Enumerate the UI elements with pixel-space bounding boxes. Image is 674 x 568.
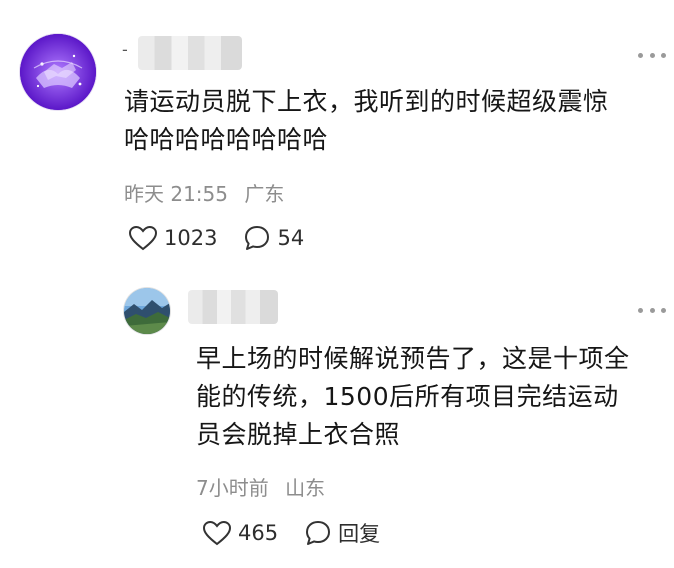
reply-label: 回复 <box>338 522 381 546</box>
comment-avatar[interactable] <box>20 34 96 110</box>
comment-author-prefix: - <box>122 40 128 59</box>
comment-text-line: 请运动员脱下上衣，我听到的时候超级震惊 <box>124 87 609 116</box>
reply-actions: 465 回复 <box>202 518 380 548</box>
comment-author-name-blurred[interactable] <box>138 36 242 70</box>
comment-location: 广东 <box>244 182 285 206</box>
more-icon[interactable] <box>638 305 666 315</box>
comment-text: 请运动员脱下上衣，我听到的时候超级震惊 哈哈哈哈哈哈哈哈 <box>124 83 664 159</box>
reply-text-line: 能的传统，1500后所有项目完结运动 <box>196 382 619 411</box>
like-button[interactable]: 465 <box>202 520 278 546</box>
comment-meta: 昨天 21:55 广东 <box>124 178 284 207</box>
comment-actions: 1023 54 <box>128 224 304 252</box>
heart-icon <box>128 225 158 251</box>
comment-text-line: 哈哈哈哈哈哈哈哈 <box>124 125 329 154</box>
reply-count: 54 <box>277 226 305 250</box>
reply-button[interactable]: 回复 <box>304 518 380 548</box>
reply-avatar[interactable] <box>124 288 170 334</box>
reply-count-button[interactable]: 54 <box>243 224 304 252</box>
reply-location: 山东 <box>285 476 326 500</box>
heart-icon <box>202 520 232 546</box>
like-button[interactable]: 1023 <box>128 225 217 251</box>
like-count: 465 <box>238 521 279 545</box>
comment-bubble-icon <box>306 521 331 545</box>
reply-text: 早上场的时候解说预告了，这是十项全 能的传统，1500后所有项目完结运动 员会脱… <box>196 340 670 454</box>
reply-meta: 7小时前 山东 <box>196 472 325 501</box>
more-icon[interactable] <box>638 50 666 60</box>
reply-text-line: 员会脱掉上衣合照 <box>196 420 401 449</box>
reply-time: 7小时前 <box>196 476 269 500</box>
reply-author-name-blurred[interactable] <box>188 290 278 324</box>
like-count: 1023 <box>164 226 218 250</box>
avatar-image <box>20 34 96 110</box>
comment-bubble-icon <box>245 226 270 250</box>
comment-time: 昨天 21:55 <box>124 182 228 206</box>
avatar-image <box>124 288 170 334</box>
reply-text-line: 早上场的时候解说预告了，这是十项全 <box>196 344 630 373</box>
